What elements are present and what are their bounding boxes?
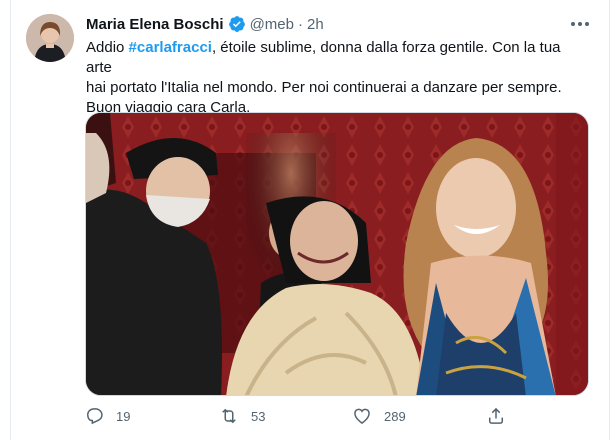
heart-icon: [354, 408, 370, 424]
avatar[interactable]: [26, 14, 74, 62]
timeline-border-right: [609, 0, 610, 440]
like-count: 289: [384, 408, 406, 424]
tweet-header: Maria Elena Boschi @meb · 2h: [86, 15, 324, 33]
retweet-button[interactable]: 53: [219, 406, 265, 426]
text-line-2: hai portato l'Italia nel mondo. Per noi …: [86, 79, 562, 96]
tweet-card: Maria Elena Boschi @meb · 2h Addio #carl…: [0, 0, 616, 440]
like-button[interactable]: 289: [352, 406, 406, 426]
author-name[interactable]: Maria Elena Boschi: [86, 16, 224, 33]
retweet-icon: [222, 408, 236, 424]
share-icon: [489, 407, 503, 424]
hashtag-link[interactable]: #carlafracci: [129, 39, 212, 56]
tweet-actions: 19 53 289: [84, 404, 604, 434]
author-handle[interactable]: @meb: [250, 16, 294, 33]
retweet-count: 53: [251, 408, 266, 424]
tweet-text: Addio #carlafracci, étoile sublime, donn…: [86, 38, 586, 118]
separator-dot: ·: [297, 15, 303, 33]
text-prefix: Addio: [86, 39, 129, 56]
reply-icon: [86, 408, 103, 425]
reply-button[interactable]: 19: [84, 406, 130, 426]
share-button[interactable]: [486, 406, 506, 426]
timestamp[interactable]: 2h: [307, 16, 324, 33]
timeline-border-left: [10, 0, 11, 440]
verified-badge-icon: [228, 16, 245, 32]
tweet-photo[interactable]: [85, 112, 589, 396]
reply-count: 19: [116, 408, 131, 424]
more-options-icon[interactable]: [568, 14, 592, 34]
